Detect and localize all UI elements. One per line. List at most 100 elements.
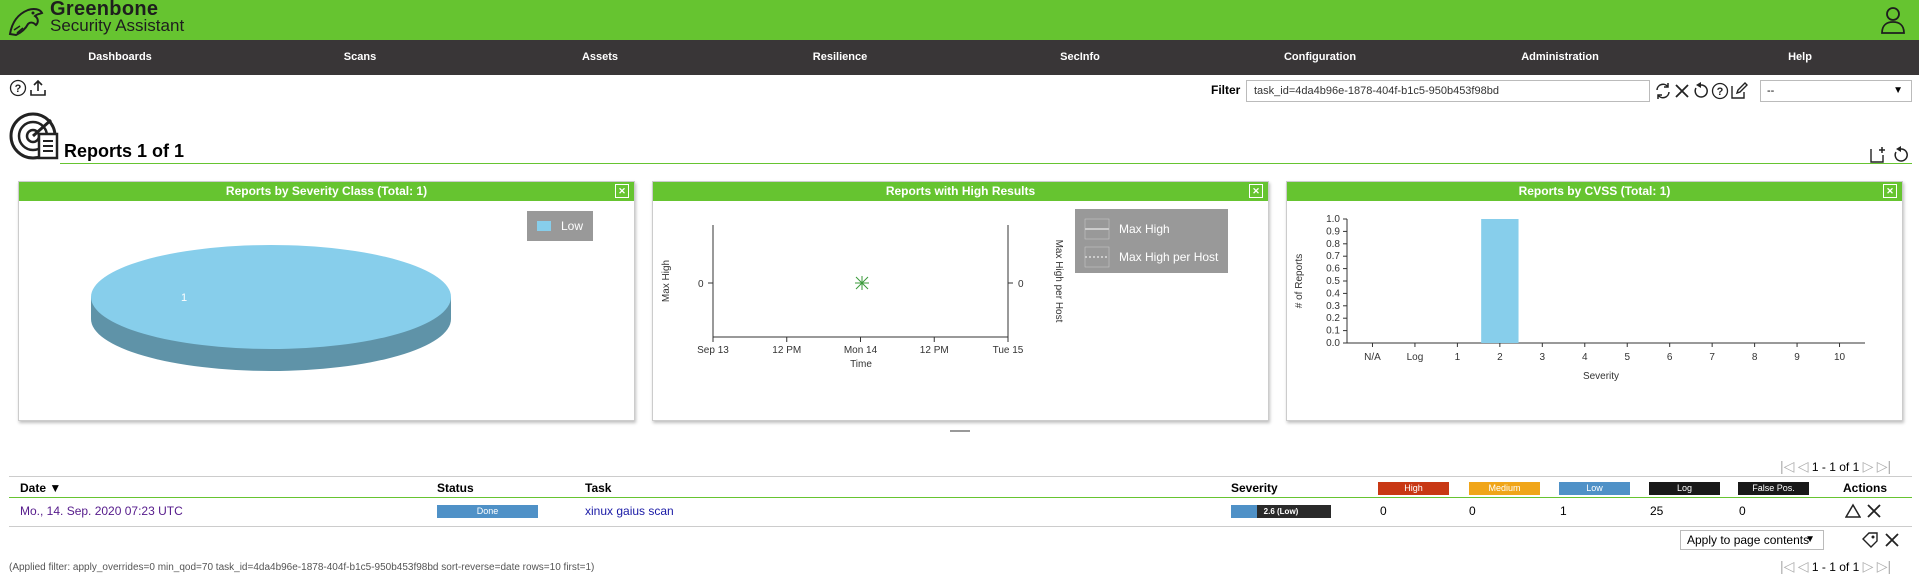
count-medium: 0	[1469, 504, 1476, 518]
high-results-chart: 0 0 Sep 13 12 PM Mon 14 12 PM Tue 15 Time Ma…	[661, 209, 1228, 370]
y-tick-label: 0.9	[1326, 226, 1340, 237]
help-icon[interactable]: ?	[9, 79, 27, 97]
new-dashboard-icon[interactable]	[1869, 146, 1887, 164]
filter-select[interactable]: -- ▼	[1760, 80, 1912, 102]
y-tick-label: 0.7	[1326, 251, 1340, 262]
panel-cvss: Reports by CVSS (Total: 1) ✕ 0.0 0.1 0.2 0.…	[1286, 181, 1903, 421]
resize-handle[interactable]	[950, 430, 970, 432]
menu-help[interactable]: Help	[1680, 40, 1919, 75]
greenbone-logo-icon	[8, 8, 44, 37]
menu-configuration[interactable]: Configuration	[1200, 40, 1440, 75]
x-tick-label: Tue 15	[993, 345, 1024, 356]
pie-slice-low[interactable]	[91, 245, 451, 349]
x-tick-label: 2	[1497, 352, 1503, 363]
y-tick-label: 0.1	[1326, 326, 1340, 337]
last-page-icon[interactable]: ▷|	[1877, 558, 1891, 575]
status-text: Done	[476, 506, 499, 516]
menu-administration[interactable]: Administration	[1440, 40, 1680, 75]
panel-cvss-title: Reports by CVSS (Total: 1)	[1518, 184, 1671, 198]
refresh-filter-icon[interactable]	[1654, 82, 1672, 100]
y-tick-label: 0.5	[1326, 276, 1340, 287]
x-tick-label: 5	[1624, 352, 1630, 363]
next-page-icon[interactable]: ▷	[1863, 558, 1874, 575]
close-icon[interactable]: ✕	[1249, 184, 1263, 198]
first-page-icon[interactable]: |◁	[1780, 458, 1794, 475]
column-medium[interactable]: Medium	[1469, 482, 1540, 495]
cvss-bars	[1481, 219, 1519, 343]
pie-slice-label: 1	[181, 292, 187, 304]
y-tick-left: 0	[698, 279, 704, 290]
next-page-icon[interactable]: ▷	[1863, 458, 1874, 475]
y-tick-label: 0.8	[1326, 239, 1340, 250]
x-tick-label: 12 PM	[772, 345, 801, 356]
close-icon[interactable]: ✕	[1883, 184, 1897, 198]
cvss-bar[interactable]	[1481, 219, 1519, 343]
previous-page-icon[interactable]: ◁	[1798, 558, 1809, 575]
panel-high-results-title: Reports with High Results	[885, 184, 1036, 198]
menu-resilience[interactable]: Resilience	[720, 40, 960, 75]
panel-cvss-header: Reports by CVSS (Total: 1) ✕	[1287, 182, 1902, 201]
delta-report-icon[interactable]	[1845, 503, 1861, 519]
panel-severity-class: Reports by Severity Class (Total: 1) ✕ 1…	[18, 181, 635, 421]
count-high: 0	[1380, 504, 1387, 518]
x-axis-label: Time	[850, 359, 872, 370]
filter-help-icon[interactable]: ?	[1711, 82, 1729, 100]
clear-filter-icon[interactable]	[1673, 82, 1691, 100]
last-page-icon[interactable]: ▷|	[1877, 458, 1891, 475]
y-tick-label: 0.6	[1326, 264, 1340, 275]
menu-scans[interactable]: Scans	[240, 40, 480, 75]
filter-select-value: --	[1767, 85, 1775, 97]
column-date[interactable]: Date ▼	[20, 481, 61, 495]
status-progress-bar: Done	[437, 505, 538, 518]
filter-input[interactable]	[1246, 80, 1650, 102]
tag-icon[interactable]	[1861, 531, 1879, 549]
reset-dashboard-icon[interactable]	[1892, 146, 1910, 164]
severity-class-chart: 1 Low	[91, 211, 593, 371]
column-false-pos[interactable]: False Pos.	[1738, 482, 1809, 495]
column-low[interactable]: Low	[1559, 482, 1630, 495]
data-point-max-high[interactable]	[855, 276, 869, 290]
first-page-icon[interactable]: |◁	[1780, 558, 1794, 575]
x-tick-label: 1	[1455, 352, 1461, 363]
close-icon[interactable]: ✕	[615, 184, 629, 198]
y-axis-label-right: Max High per Host	[1053, 240, 1064, 323]
edit-filter-icon[interactable]	[1730, 82, 1748, 100]
x-tick-label: 3	[1540, 352, 1546, 363]
panel-severity-class-title: Reports by Severity Class (Total: 1)	[225, 184, 428, 198]
upload-icon[interactable]	[29, 79, 47, 97]
x-tick-label: 7	[1709, 352, 1715, 363]
task-link[interactable]: xinux gaius scan	[585, 504, 674, 518]
column-log[interactable]: Log	[1649, 482, 1720, 495]
previous-page-icon[interactable]: ◁	[1798, 458, 1809, 475]
x-tick-label: 10	[1834, 352, 1846, 363]
column-actions: Actions	[1843, 481, 1888, 495]
severity-text: 2.6 (Low)	[1263, 507, 1299, 516]
pagination-text: 1 - 1 of 1	[1811, 560, 1860, 574]
x-ticks-group: Sep 13 12 PM Mon 14 12 PM Tue 15	[697, 337, 1024, 356]
menu-dashboards[interactable]: Dashboards	[0, 40, 240, 75]
bulk-action-select[interactable]: Apply to page contents ▼	[1680, 530, 1824, 550]
column-task[interactable]: Task	[585, 481, 611, 495]
user-icon[interactable]	[1880, 6, 1906, 34]
table-top-border	[9, 476, 1912, 477]
delete-all-icon[interactable]	[1884, 532, 1900, 548]
table-row-divider	[9, 526, 1912, 527]
pie-legend	[527, 211, 593, 241]
pagination-bottom: |◁ ◁ 1 - 1 of 1 ▷ ▷|	[1780, 558, 1891, 575]
severity-bar: 2.6 (Low)	[1231, 505, 1331, 518]
y-tick-label: 0.0	[1326, 338, 1340, 349]
column-severity[interactable]: Severity	[1231, 481, 1278, 495]
reset-filter-icon[interactable]	[1692, 82, 1710, 100]
chevron-down-icon: ▼	[1893, 85, 1903, 96]
delete-icon[interactable]	[1866, 503, 1882, 519]
pagination-top: |◁ ◁ 1 - 1 of 1 ▷ ▷|	[1780, 458, 1891, 475]
report-date-link[interactable]: Mo., 14. Sep. 2020 07:23 UTC	[20, 504, 183, 518]
table-row	[9, 500, 1912, 524]
count-false-pos: 0	[1739, 504, 1746, 518]
cvss-x-ticks: N/A Log 1 2 3 4 5 6 7 8 9 10	[1364, 343, 1846, 363]
menu-assets[interactable]: Assets	[480, 40, 720, 75]
column-status[interactable]: Status	[437, 481, 474, 495]
column-high[interactable]: High	[1378, 482, 1449, 495]
menu-secinfo[interactable]: SecInfo	[960, 40, 1200, 75]
svg-text:?: ?	[15, 83, 22, 95]
